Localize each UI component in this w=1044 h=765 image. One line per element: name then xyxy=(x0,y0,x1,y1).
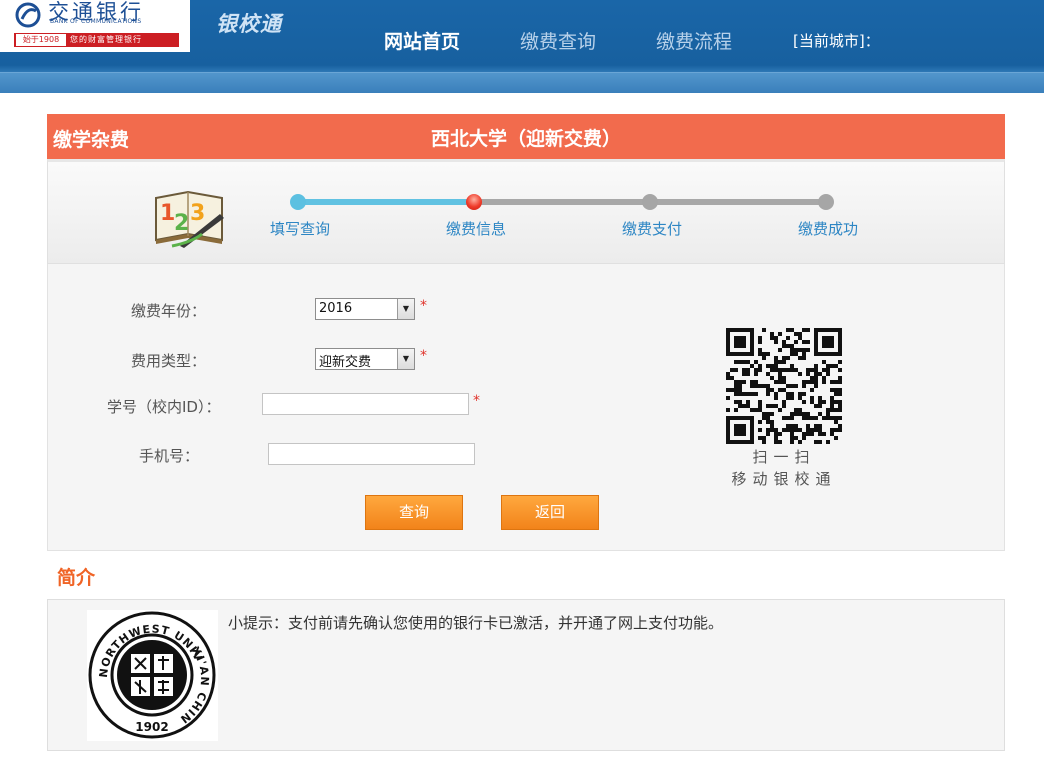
svg-text:2: 2 xyxy=(174,211,189,236)
required-mark: * xyxy=(473,393,480,409)
phone-input[interactable] xyxy=(268,443,475,465)
intro-box: NORTHWEST UNIVERSITY XI'AN CHINA 1902 小提… xyxy=(47,599,1005,751)
university-seal-icon: NORTHWEST UNIVERSITY XI'AN CHINA 1902 xyxy=(82,600,216,739)
back-button[interactable]: 返回 xyxy=(501,495,599,530)
nav-payment-query[interactable]: 缴费查询 xyxy=(520,27,596,54)
site-header: 交通银行 BANK OF COMMUNICATIONS 始于1908 您的财富管… xyxy=(0,0,1044,93)
bank-slogan: 您的财富管理银行 xyxy=(70,35,142,44)
fee-type-select[interactable]: 迎新交费 ▼ xyxy=(315,348,415,370)
brand-title: 银校通 xyxy=(216,12,282,36)
step-4-dot xyxy=(818,194,834,210)
header-band xyxy=(0,72,1044,93)
qr-code-icon xyxy=(726,328,842,444)
step-2-label: 缴费信息 xyxy=(446,220,507,238)
student-id-label: 学号（校内ID）： xyxy=(107,398,221,416)
intro-title: 简介 xyxy=(57,567,96,589)
svg-text:3: 3 xyxy=(190,201,205,226)
university-seal: NORTHWEST UNIVERSITY XI'AN CHINA 1902 xyxy=(82,600,218,741)
chevron-down-icon[interactable]: ▼ xyxy=(397,349,414,369)
panel-title-bar: 缴学杂费 西北大学（迎新交费） xyxy=(47,114,1005,159)
step-1-label: 填写查询 xyxy=(270,220,331,238)
chevron-down-icon[interactable]: ▼ xyxy=(397,299,414,319)
nav-home[interactable]: 网站首页 xyxy=(384,27,460,54)
progress-track-done xyxy=(298,199,474,205)
fee-type-label: 费用类型： xyxy=(131,352,207,370)
payment-form: 缴费年份： 2016 ▼ * 费用类型： 迎新交费 ▼ * 学号（校内ID）： … xyxy=(47,264,1005,551)
nav-payment-process[interactable]: 缴费流程 xyxy=(656,27,732,54)
steps-book-icon: 1 2 3 xyxy=(155,190,224,248)
step-2-dot xyxy=(466,194,482,210)
year-select[interactable]: 2016 ▼ xyxy=(315,298,415,320)
seal-year: 1902 xyxy=(135,720,168,734)
bank-founded: 始于1908 xyxy=(16,34,66,46)
page-title: 西北大学（迎新交费） xyxy=(430,128,621,150)
bank-logo[interactable]: 交通银行 BANK OF COMMUNICATIONS 始于1908 您的财富管… xyxy=(0,0,190,52)
year-label: 缴费年份： xyxy=(131,302,207,320)
bank-logo-icon xyxy=(15,2,41,28)
step-3-label: 缴费支付 xyxy=(622,220,683,238)
phone-label: 手机号： xyxy=(139,447,200,465)
payment-tip: 小提示：支付前请先确认您使用的银行卡已激活，并开通了网上支付功能。 xyxy=(228,614,724,632)
student-id-input[interactable] xyxy=(262,393,469,415)
required-mark: * xyxy=(420,348,427,364)
step-4-label: 缴费成功 xyxy=(798,220,859,238)
qr-caption-2: 移动银校通 xyxy=(731,470,837,488)
required-mark: * xyxy=(420,298,427,314)
fee-type-select-value: 迎新交费 xyxy=(319,355,372,370)
year-select-value: 2016 xyxy=(319,301,353,316)
current-city-label[interactable]: [当前城市]： xyxy=(793,30,880,51)
progress-steps: 1 2 3 填写查询 缴费信息 缴费支付 缴费成功 xyxy=(47,159,1005,264)
qr-caption-1: 扫一扫 xyxy=(752,448,816,466)
query-button[interactable]: 查询 xyxy=(365,495,463,530)
bank-name-en: BANK OF COMMUNICATIONS xyxy=(50,18,142,25)
step-3-dot xyxy=(642,194,658,210)
step-1-dot xyxy=(290,194,306,210)
